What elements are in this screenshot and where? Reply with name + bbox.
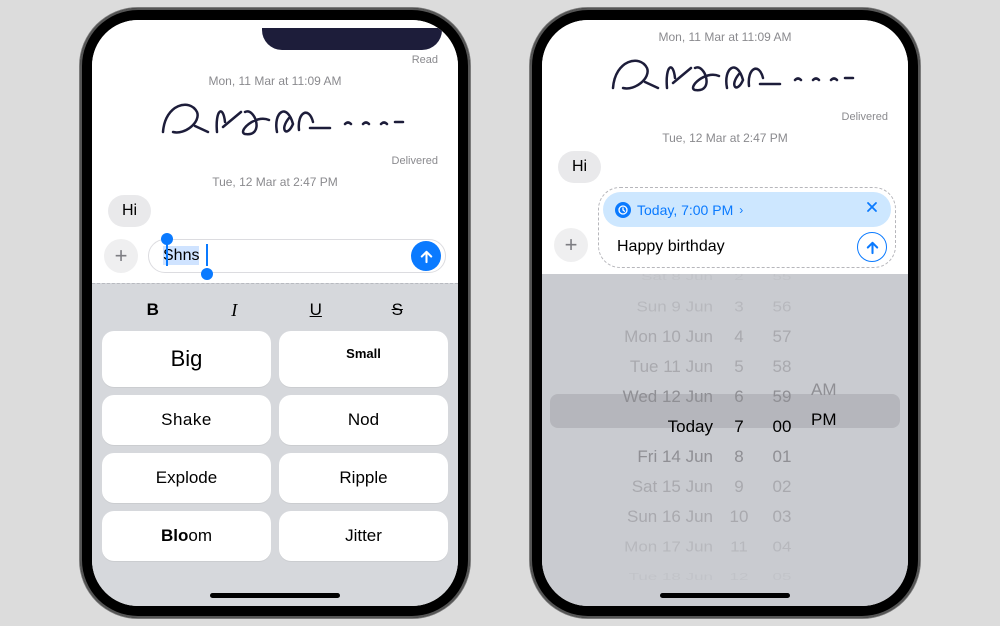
send-button[interactable] (857, 232, 887, 262)
selection-caret-start (166, 244, 168, 266)
selection-caret-end (206, 244, 208, 266)
picker-row[interactable]: Mon 17 Jun (624, 534, 713, 560)
send-button[interactable] (411, 241, 441, 271)
picker-row[interactable]: Sat 15 Jun (632, 472, 713, 502)
message-input-text: Shns (163, 246, 199, 265)
picker-row[interactable]: 04 (773, 534, 792, 560)
arrow-up-icon (419, 249, 434, 264)
picker-hour-column[interactable]: 23456789101112 (719, 274, 759, 576)
plus-button[interactable]: + (104, 239, 138, 273)
clock-icon (615, 202, 631, 218)
message-input[interactable]: Happy birthday (605, 231, 891, 263)
text-effects-panel: B I U S Big Small Shake Nod Explode Ripp… (92, 283, 458, 606)
picker-row[interactable]: Wed 12 Jun (623, 382, 713, 412)
picker-minute-column[interactable]: 5556575859000102030405 (759, 274, 805, 576)
close-icon (865, 200, 879, 214)
timestamp-2: Tue, 12 Mar at 2:47 PM (108, 175, 442, 189)
picker-row[interactable]: Fri 14 Jun (637, 442, 713, 472)
picker-date-column[interactable]: Sat 8 Jun Sun 9 JunMon 10 JunTue 11 JunWe… (599, 274, 719, 576)
picker-row[interactable]: 6 (734, 382, 743, 412)
picker-row[interactable]: Today (668, 412, 713, 442)
plus-button[interactable]: + (554, 228, 588, 262)
scheduled-message-container: Today, 7:00 PM › Happy birthday (598, 187, 896, 268)
picker-row[interactable]: 59 (773, 382, 792, 412)
format-underline-button[interactable]: U (296, 300, 336, 321)
picker-row[interactable]: AM (811, 375, 837, 405)
selection-handle-start[interactable] (161, 233, 173, 245)
effect-ripple-button[interactable]: Ripple (279, 453, 448, 503)
datetime-picker[interactable]: Sat 8 Jun Sun 9 JunMon 10 JunTue 11 JunWe… (542, 274, 908, 606)
picker-row[interactable]: 11 (730, 534, 748, 560)
picker-row[interactable]: Mon 10 Jun (624, 322, 713, 352)
effect-nod-button[interactable]: Nod (279, 395, 448, 445)
picker-row[interactable]: 55 (773, 274, 792, 286)
schedule-close-button[interactable] (865, 200, 879, 219)
received-bubble-hi: Hi (558, 151, 601, 183)
effect-bloom-button[interactable]: Bloom (102, 511, 271, 561)
picker-row[interactable]: 3 (734, 294, 743, 320)
format-bold-button[interactable]: B (133, 300, 173, 321)
picker-row[interactable]: 12 (730, 568, 749, 586)
home-indicator[interactable] (210, 593, 340, 598)
picker-row[interactable]: 8 (734, 442, 743, 472)
effect-big-button[interactable]: Big (102, 331, 271, 387)
picker-ampm-column[interactable]: AMPM (805, 274, 851, 576)
format-italic-button[interactable]: I (214, 300, 254, 321)
message-input[interactable]: Shns (148, 239, 446, 273)
timestamp-1: Mon, 11 Mar at 11:09 AM (108, 74, 442, 88)
picker-row[interactable]: 01 (773, 442, 792, 472)
delivered-status: Delivered (558, 111, 892, 123)
conversation-area: Mon, 11 Mar at 11:09 AM Delivered Tue, 1… (542, 20, 908, 187)
picker-row[interactable]: 4 (734, 322, 743, 352)
picker-row[interactable]: 5 (734, 352, 743, 382)
selection-handle-end[interactable] (201, 268, 213, 280)
compose-row: + Shns (92, 231, 458, 283)
schedule-time-pill[interactable]: Today, 7:00 PM › (603, 192, 891, 227)
picker-row[interactable]: 02 (773, 472, 792, 502)
read-status: Read (108, 54, 442, 66)
chevron-right-icon: › (739, 203, 743, 217)
home-indicator[interactable] (660, 593, 790, 598)
plus-icon: + (115, 245, 128, 267)
picker-row[interactable]: 00 (773, 412, 792, 442)
picker-row[interactable]: Sun 9 Jun (636, 294, 713, 320)
format-strikethrough-button[interactable]: S (377, 300, 417, 321)
phone-right-device: Mon, 11 Mar at 11:09 AM Delivered Tue, 1… (530, 8, 920, 618)
effect-shake-button[interactable]: Shake (102, 395, 271, 445)
received-bubble-hi: Hi (108, 195, 151, 227)
phone-left-device: Read Mon, 11 Mar at 11:09 AM Delivered T… (80, 8, 470, 618)
picker-row[interactable]: 56 (773, 294, 792, 320)
effect-small-button[interactable]: Small (279, 331, 448, 387)
arrow-up-icon (865, 240, 880, 255)
conversation-area: Read Mon, 11 Mar at 11:09 AM Delivered T… (92, 20, 458, 231)
picker-row[interactable]: 9 (734, 472, 743, 502)
plus-icon: + (565, 234, 578, 256)
picker-row[interactable]: 05 (773, 568, 792, 586)
timestamp-2: Tue, 12 Mar at 2:47 PM (558, 131, 892, 145)
picker-row[interactable]: 2 (734, 274, 743, 286)
effect-explode-button[interactable]: Explode (102, 453, 271, 503)
picker-row[interactable]: Tue 11 Jun (630, 352, 713, 382)
picker-row[interactable]: 58 (773, 352, 792, 382)
previous-sent-bubble (262, 28, 442, 50)
delivered-status: Delivered (108, 155, 442, 167)
effect-jitter-button[interactable]: Jitter (279, 511, 448, 561)
message-input-text: Happy birthday (617, 238, 725, 255)
handwriting-message (558, 48, 892, 107)
picker-row[interactable]: 57 (773, 322, 792, 352)
picker-row[interactable]: 10 (730, 502, 749, 532)
picker-row[interactable]: Sun 16 Jun (627, 502, 713, 532)
picker-row[interactable]: PM (811, 405, 837, 435)
schedule-time-label: Today, 7:00 PM (637, 202, 733, 218)
handwriting-message (108, 92, 442, 151)
picker-row[interactable]: 7 (734, 412, 743, 442)
picker-row[interactable]: Sat 8 Jun (641, 274, 713, 286)
picker-row[interactable]: 03 (773, 502, 792, 532)
picker-row[interactable]: Tue 18 Jun (629, 568, 713, 586)
timestamp-1: Mon, 11 Mar at 11:09 AM (558, 30, 892, 44)
